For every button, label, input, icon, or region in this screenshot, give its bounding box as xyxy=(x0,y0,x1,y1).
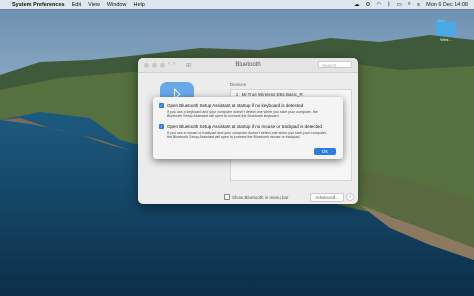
mouse-setup-description: If you use a mouse or trackpad and your … xyxy=(167,131,327,140)
menubar-clock[interactable]: Mon 6 Dec 14:08 xyxy=(426,2,468,8)
help-button[interactable]: ? xyxy=(346,193,354,201)
menu-window[interactable]: Window xyxy=(107,2,127,8)
desktop-folder[interactable]: Wed... xyxy=(434,20,458,42)
menubar-status-area: ☁ ⚙ ◠ ᛒ ▭ ⌕ ≡ Mon 6 Dec 14:08 xyxy=(354,1,474,8)
checkbox-icon xyxy=(224,194,230,200)
control-icon[interactable]: ⚙ xyxy=(366,2,371,8)
search-field[interactable]: Search xyxy=(318,61,352,68)
menu-view[interactable]: View xyxy=(88,2,100,8)
bluetooth-status-icon[interactable]: ᛒ xyxy=(387,2,390,8)
mouse-setup-option: ✓ Open Bluetooth Setup Assistant at star… xyxy=(159,124,337,140)
menu-edit[interactable]: Edit xyxy=(72,2,81,8)
mouse-setup-label[interactable]: Open Bluetooth Setup Assistant at startu… xyxy=(167,124,322,129)
mouse-setup-checkbox[interactable]: ✓ xyxy=(159,124,164,129)
keyboard-setup-option: ✓ Open Bluetooth Setup Assistant at star… xyxy=(159,103,337,119)
show-in-menubar-label: Show Bluetooth in menu bar xyxy=(232,194,289,200)
keyboard-setup-label[interactable]: Open Bluetooth Setup Assistant at startu… xyxy=(167,103,303,108)
advanced-button[interactable]: Advanced... xyxy=(310,192,344,202)
keyboard-setup-checkbox[interactable]: ✓ xyxy=(159,103,164,108)
control-center-icon[interactable]: ≡ xyxy=(417,2,420,8)
menu-bar: System Preferences Edit View Window Help… xyxy=(0,0,474,9)
folder-label: Wed... xyxy=(440,37,452,42)
window-titlebar: ‹ › ⊞ Bluetooth Search xyxy=(138,58,358,73)
menu-help[interactable]: Help xyxy=(133,2,144,8)
show-in-menubar-checkbox[interactable]: Show Bluetooth in menu bar xyxy=(224,194,289,200)
search-icon[interactable]: ⌕ xyxy=(408,1,411,8)
advanced-settings-sheet: ✓ Open Bluetooth Setup Assistant at star… xyxy=(153,97,343,159)
battery-icon[interactable]: ▭ xyxy=(397,2,402,8)
cloud-icon[interactable]: ☁ xyxy=(354,2,360,8)
folder-icon xyxy=(436,20,456,36)
wifi-icon[interactable]: ◠ xyxy=(376,2,381,8)
devices-label: Devices xyxy=(230,82,247,87)
menu-app-name[interactable]: System Preferences xyxy=(12,2,65,8)
ok-button[interactable]: OK xyxy=(314,148,336,155)
window-footer: Show Bluetooth in menu bar Advanced... ? xyxy=(138,190,358,204)
keyboard-setup-description: If you use a keyboard and your computer … xyxy=(167,110,318,119)
